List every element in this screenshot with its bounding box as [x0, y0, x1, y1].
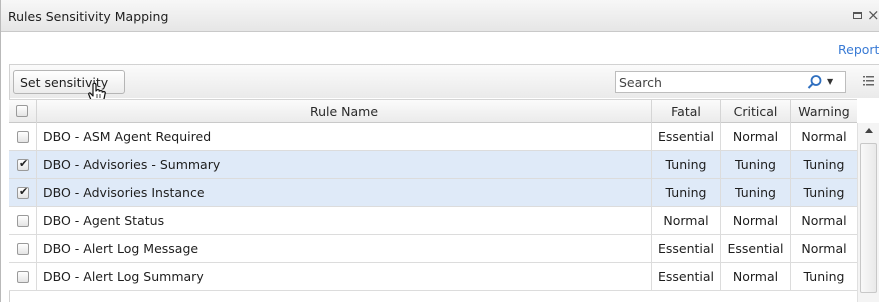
scroll-thumb[interactable] — [860, 143, 877, 293]
critical-cell[interactable]: Tuning — [720, 151, 790, 178]
table-row[interactable]: DBO - Agent Status Normal Normal Normal — [9, 207, 857, 235]
fatal-cell[interactable]: Essential — [651, 263, 720, 290]
table-row[interactable]: ✔ DBO - Advisories - Summary Tuning Tuni… — [9, 151, 857, 179]
warning-cell[interactable]: Tuning — [790, 263, 857, 290]
warning-cell[interactable]: Tuning — [790, 179, 857, 206]
row-checkbox[interactable]: ✔ — [17, 185, 29, 199]
header-select-all-cell — [9, 100, 36, 123]
close-icon[interactable]: × — [867, 6, 879, 24]
warning-cell[interactable]: Normal — [790, 235, 857, 262]
header-warning[interactable]: Warning — [790, 100, 857, 123]
fatal-cell[interactable]: Tuning — [651, 151, 720, 178]
select-all-checkbox[interactable] — [16, 105, 28, 117]
header-fatal[interactable]: Fatal — [651, 100, 720, 123]
check-mark-icon: ✔ — [19, 185, 29, 198]
title-bar: Rules Sensitivity Mapping — [1, 0, 879, 32]
row-checkbox[interactable] — [17, 131, 29, 143]
header-rule-name[interactable]: Rule Name — [36, 100, 651, 123]
fatal-cell[interactable]: Normal — [651, 207, 720, 234]
check-mark-icon: ✔ — [19, 157, 29, 170]
rule-name-cell: DBO - Advisories Instance — [36, 179, 651, 206]
warning-cell[interactable]: Normal — [790, 123, 857, 150]
window-title: Rules Sensitivity Mapping — [8, 9, 169, 24]
search-dropdown-icon[interactable]: ▼ — [827, 77, 833, 86]
row-checkbox[interactable] — [17, 215, 29, 227]
warning-cell[interactable]: Normal — [790, 207, 857, 234]
table-row[interactable]: DBO - ASM Agent Required Essential Norma… — [9, 123, 857, 151]
critical-cell[interactable]: Tuning — [720, 179, 790, 206]
critical-cell[interactable]: Normal — [720, 207, 790, 234]
fatal-cell[interactable]: Tuning — [651, 179, 720, 206]
row-checkbox[interactable] — [17, 243, 29, 255]
table-row[interactable]: ✔ DBO - Advisories Instance Tuning Tunin… — [9, 179, 857, 207]
fatal-cell[interactable]: Essential — [651, 123, 720, 150]
rule-name-cell: DBO - Alert Log Summary — [36, 263, 651, 290]
rule-name-cell: DBO - Agent Status — [36, 207, 651, 234]
rule-name-cell: DBO - Alert Log Message — [36, 235, 651, 262]
header-critical[interactable]: Critical — [720, 100, 790, 123]
table-row[interactable]: DBO - Alert Log Message Essential Essent… — [9, 235, 857, 263]
row-checkbox[interactable]: ✔ — [17, 157, 29, 171]
critical-cell[interactable]: Normal — [720, 123, 790, 150]
rules-sensitivity-window: Rules Sensitivity Mapping × Report Set s… — [0, 0, 879, 302]
critical-cell[interactable]: Normal — [720, 263, 790, 290]
fatal-cell[interactable]: Essential — [651, 235, 720, 262]
search-input[interactable] — [619, 73, 799, 91]
grid-header: Rule Name Fatal Critical Warning — [9, 99, 857, 123]
row-checkbox[interactable] — [17, 271, 29, 283]
warning-cell[interactable]: Tuning — [790, 151, 857, 178]
report-link[interactable]: Report — [838, 42, 879, 57]
critical-cell[interactable]: Essential — [720, 235, 790, 262]
search-icon[interactable] — [807, 74, 823, 90]
table-row[interactable]: DBO - Alert Log Summary Essential Normal… — [9, 263, 857, 291]
scroll-up-arrow-icon[interactable] — [865, 128, 873, 133]
column-chooser-icon[interactable] — [863, 75, 875, 87]
rule-name-cell: DBO - Advisories - Summary — [36, 151, 651, 178]
rule-name-cell: DBO - ASM Agent Required — [36, 123, 651, 150]
restore-icon[interactable] — [853, 12, 862, 19]
